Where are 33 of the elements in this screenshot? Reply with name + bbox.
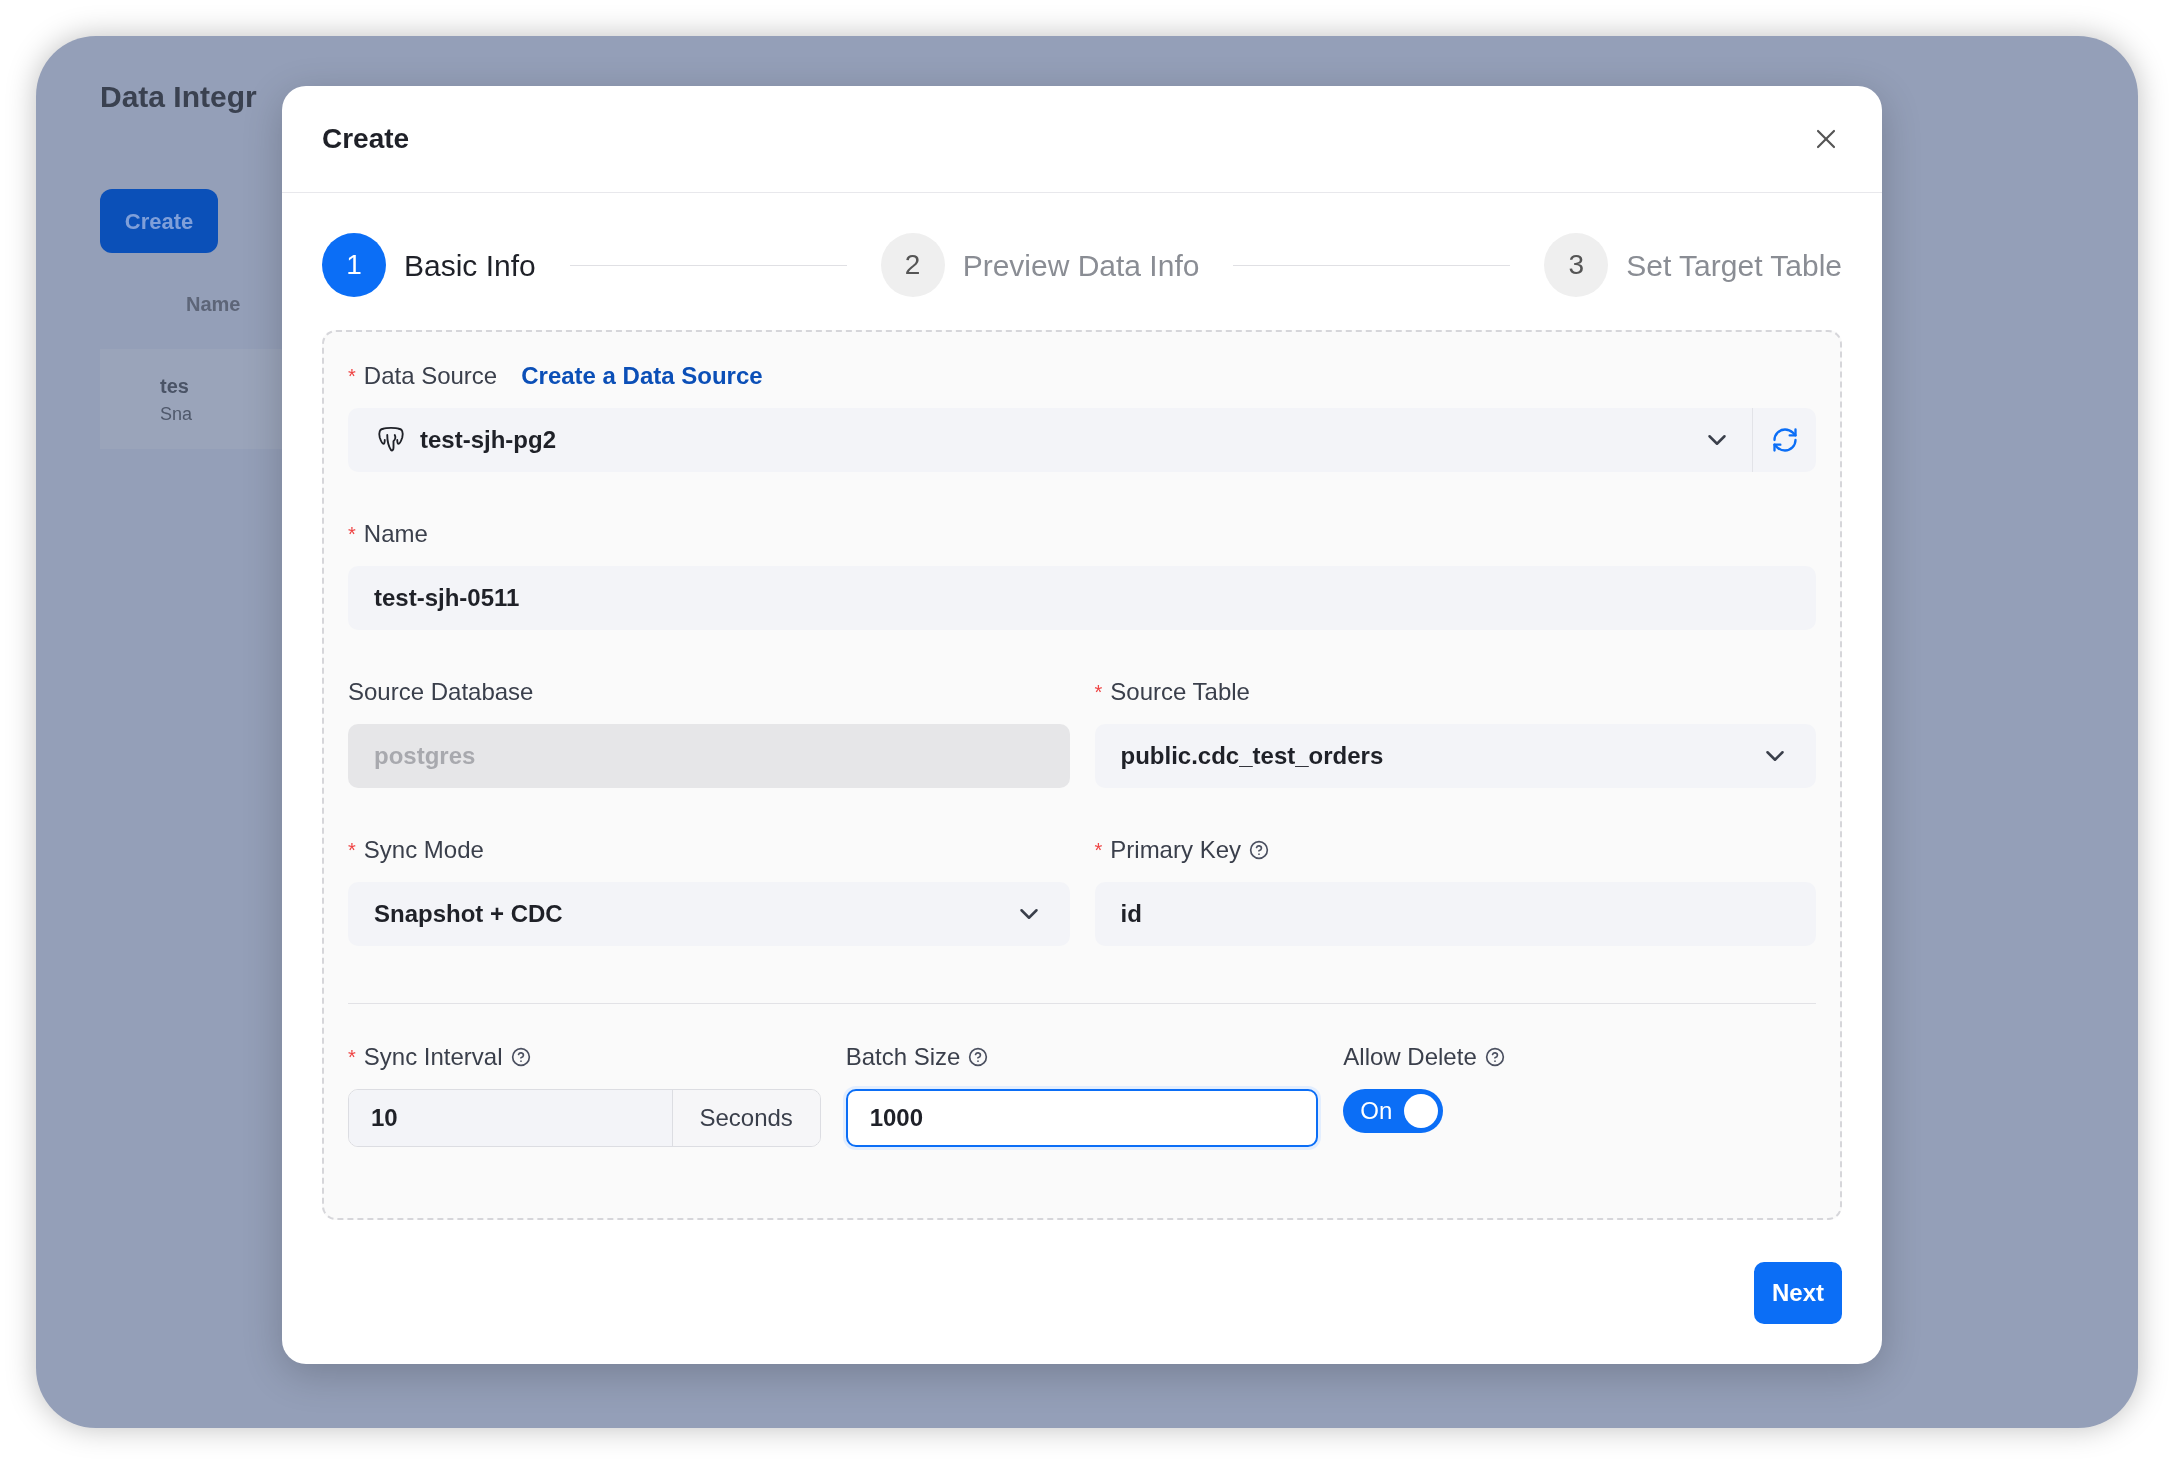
field-label: Sync Interval: [363, 1042, 503, 1072]
field-label: Data Source: [363, 361, 498, 391]
select-value: test-sjh-pg2: [420, 425, 556, 455]
allow-delete-toggle[interactable]: On: [1343, 1089, 1444, 1133]
field-label: Batch Size: [845, 1042, 961, 1072]
field-label: Source Table: [1110, 677, 1250, 707]
field-label: Name: [363, 519, 428, 549]
source-table-select[interactable]: public.cdc_test_orders: [1094, 724, 1816, 788]
required-mark: *: [348, 366, 356, 386]
field-label: Source Database: [348, 677, 534, 707]
required-mark: *: [1094, 840, 1103, 860]
name-input[interactable]: test-sjh-0511: [348, 566, 1816, 630]
step-tab[interactable]: 3 Set Target Table: [1544, 233, 1842, 297]
next-button[interactable]: Next: [1753, 1262, 1842, 1324]
required-mark: *: [1094, 682, 1103, 702]
step-tab[interactable]: 1 Basic Info: [322, 233, 536, 297]
column-header: Name: [186, 292, 241, 317]
create-data-source-link[interactable]: Create a Data Source: [521, 358, 763, 394]
required-mark: *: [348, 840, 356, 860]
required-mark: *: [348, 1047, 356, 1067]
required-mark: *: [348, 524, 356, 544]
batch-size-input[interactable]: 1000: [845, 1089, 1319, 1147]
page-title: Data Integr: [100, 79, 258, 115]
row-subtitle: Sna: [160, 402, 193, 426]
refresh-icon: [1770, 426, 1799, 454]
primary-key-input[interactable]: id: [1094, 882, 1816, 946]
dialog-title: Create: [322, 122, 410, 156]
field-label: Primary Key: [1110, 835, 1241, 865]
field-label: Sync Mode: [363, 835, 484, 865]
field-label: Allow Delete: [1343, 1042, 1477, 1072]
step-tab[interactable]: 2 Preview Data Info: [880, 233, 1200, 297]
row-name: tes: [160, 373, 190, 399]
sync-mode-select[interactable]: Snapshot + CDC: [348, 882, 1070, 946]
